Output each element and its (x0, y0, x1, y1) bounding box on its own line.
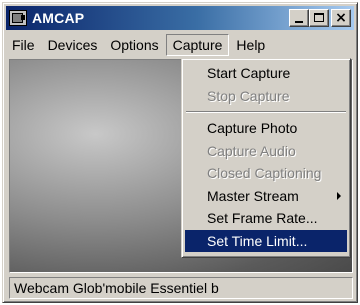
menu-item-set-frame-rate[interactable]: Set Frame Rate... (185, 207, 347, 230)
menu-capture[interactable]: Capture (165, 34, 230, 56)
maximize-button[interactable] (309, 9, 329, 27)
title-bar[interactable]: AMCAP × (6, 6, 354, 30)
menu-file[interactable]: File (6, 34, 41, 56)
menu-options[interactable]: Options (104, 34, 164, 56)
submenu-arrow-icon (337, 191, 341, 200)
menu-bar: File Devices Options Capture Help (6, 33, 354, 57)
window-controls: × (289, 9, 351, 27)
app-window: AMCAP × File Devices Options Capture Hel… (2, 2, 358, 303)
menu-item-master-stream[interactable]: Master Stream (185, 185, 347, 208)
minimize-icon (295, 21, 303, 23)
menu-help[interactable]: Help (230, 34, 271, 56)
close-icon: × (335, 10, 347, 26)
menu-item-stop-capture[interactable]: Stop Capture (185, 85, 347, 108)
maximize-icon (314, 13, 324, 22)
menu-item-capture-photo[interactable]: Capture Photo (185, 117, 347, 140)
menu-item-closed-captioning[interactable]: Closed Captioning (185, 162, 347, 185)
menu-item-capture-audio[interactable]: Capture Audio (185, 140, 347, 163)
close-button[interactable]: × (331, 9, 351, 27)
status-text: Webcam Glob'mobile Essentiel b (14, 280, 219, 296)
capture-menu-dropdown: Start Capture Stop Capture Capture Photo… (181, 58, 351, 258)
menu-item-master-stream-label: Master Stream (207, 187, 299, 204)
camera-app-icon[interactable] (9, 10, 27, 26)
menu-separator (186, 111, 346, 113)
menu-item-set-time-limit[interactable]: Set Time Limit... (185, 229, 347, 252)
status-bar: Webcam Glob'mobile Essentiel b (9, 277, 353, 299)
menu-item-start-capture[interactable]: Start Capture (185, 62, 347, 85)
window-title: AMCAP (32, 10, 85, 26)
minimize-button[interactable] (289, 9, 309, 27)
menu-devices[interactable]: Devices (42, 34, 104, 56)
